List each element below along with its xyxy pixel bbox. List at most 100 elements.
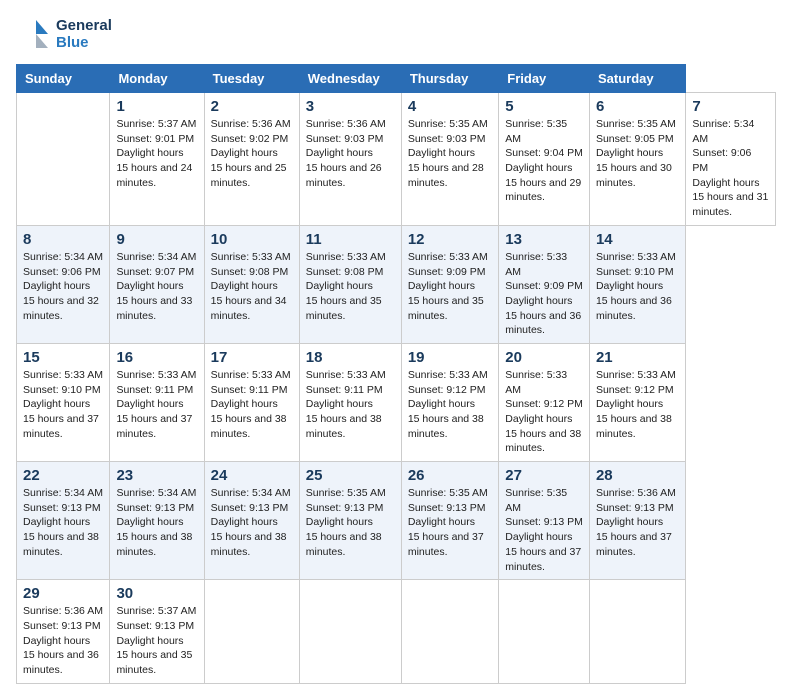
calendar-cell: 18 Sunrise: 5:33 AMSunset: 9:11 PMDayligh… (299, 343, 401, 461)
calendar-cell: 12Sunrise: 5:33 AMSunset: 9:09 PMDayligh… (401, 225, 498, 343)
day-number: 27 (505, 467, 583, 484)
weekday-header-tuesday: Tuesday (204, 65, 299, 93)
calendar-cell: 3 Sunrise: 5:36 AMSunset: 9:03 PMDaylight… (299, 93, 401, 226)
day-info: Sunrise: 5:34 AMSunset: 9:07 PMDaylight … (116, 250, 197, 323)
calendar-cell: 13 Sunrise: 5:33 AMSunset: 9:09 PMDayligh… (499, 225, 590, 343)
weekday-header-sunday: Sunday (17, 65, 110, 93)
calendar-cell (299, 580, 401, 683)
day-info: Sunrise: 5:35 AMSunset: 9:05 PMDaylight … (596, 117, 679, 190)
day-info: Sunrise: 5:33 AMSunset: 9:10 PMDaylight … (596, 250, 679, 323)
weekday-header-thursday: Thursday (401, 65, 498, 93)
day-number: 10 (211, 231, 293, 248)
day-info: Sunrise: 5:33 AMSunset: 9:12 PMDaylight … (408, 368, 492, 441)
calendar-cell (499, 580, 590, 683)
weekday-header-saturday: Saturday (589, 65, 685, 93)
day-info: Sunrise: 5:34 AMSunset: 9:13 PMDaylight … (116, 486, 197, 559)
logo-svg (16, 16, 52, 52)
calendar-cell: 25Sunrise: 5:35 AMSunset: 9:13 PMDayligh… (299, 462, 401, 580)
calendar-cell: 30 Sunrise: 5:37 AMSunset: 9:13 PMDayligh… (110, 580, 204, 683)
day-number: 13 (505, 231, 583, 248)
calendar-cell: 14 Sunrise: 5:33 AMSunset: 9:10 PMDayligh… (589, 225, 685, 343)
calendar-cell: 7Sunrise: 5:34 AMSunset: 9:06 PMDaylight… (686, 93, 776, 226)
day-info: Sunrise: 5:35 AMSunset: 9:13 PMDaylight … (505, 486, 583, 574)
calendar-cell: 29Sunrise: 5:36 AMSunset: 9:13 PMDayligh… (17, 580, 110, 683)
day-info: Sunrise: 5:33 AMSunset: 9:11 PMDaylight … (211, 368, 293, 441)
day-number: 9 (116, 231, 197, 248)
header: General Blue (16, 16, 776, 52)
day-info: Sunrise: 5:35 AMSunset: 9:03 PMDaylight … (408, 117, 492, 190)
day-number: 6 (596, 98, 679, 115)
calendar-cell: 15Sunrise: 5:33 AMSunset: 9:10 PMDayligh… (17, 343, 110, 461)
day-number: 29 (23, 585, 103, 602)
day-number: 22 (23, 467, 103, 484)
calendar-cell: 5 Sunrise: 5:35 AMSunset: 9:04 PMDaylight… (499, 93, 590, 226)
calendar-cell: 8Sunrise: 5:34 AMSunset: 9:06 PMDaylight… (17, 225, 110, 343)
day-number: 14 (596, 231, 679, 248)
day-info: Sunrise: 5:33 AMSunset: 9:12 PMDaylight … (596, 368, 679, 441)
calendar-cell (401, 580, 498, 683)
calendar-cell: 17 Sunrise: 5:33 AMSunset: 9:11 PMDayligh… (204, 343, 299, 461)
day-number: 26 (408, 467, 492, 484)
day-number: 20 (505, 349, 583, 366)
calendar-week-row: 22 Sunrise: 5:34 AMSunset: 9:13 PMDayligh… (17, 462, 776, 580)
day-number: 19 (408, 349, 492, 366)
day-number: 3 (306, 98, 395, 115)
weekday-header-monday: Monday (110, 65, 204, 93)
calendar-cell: 4 Sunrise: 5:35 AMSunset: 9:03 PMDaylight… (401, 93, 498, 226)
calendar-cell: 1 Sunrise: 5:37 AMSunset: 9:01 PMDaylight… (110, 93, 204, 226)
day-info: Sunrise: 5:35 AMSunset: 9:13 PMDaylight … (306, 486, 395, 559)
calendar-cell: 24 Sunrise: 5:34 AMSunset: 9:13 PMDayligh… (204, 462, 299, 580)
day-info: Sunrise: 5:35 AMSunset: 9:13 PMDaylight … (408, 486, 492, 559)
day-info: Sunrise: 5:33 AMSunset: 9:08 PMDaylight … (306, 250, 395, 323)
calendar-cell (17, 93, 110, 226)
day-number: 5 (505, 98, 583, 115)
day-info: Sunrise: 5:34 AMSunset: 9:13 PMDaylight … (211, 486, 293, 559)
day-info: Sunrise: 5:37 AMSunset: 9:13 PMDaylight … (116, 604, 197, 677)
calendar-cell: 21 Sunrise: 5:33 AMSunset: 9:12 PMDayligh… (589, 343, 685, 461)
day-number: 11 (306, 231, 395, 248)
calendar-cell: 28Sunrise: 5:36 AMSunset: 9:13 PMDayligh… (589, 462, 685, 580)
day-number: 2 (211, 98, 293, 115)
day-info: Sunrise: 5:33 AMSunset: 9:09 PMDaylight … (505, 250, 583, 338)
day-number: 1 (116, 98, 197, 115)
day-number: 24 (211, 467, 293, 484)
day-info: Sunrise: 5:33 AMSunset: 9:08 PMDaylight … (211, 250, 293, 323)
day-number: 21 (596, 349, 679, 366)
calendar-cell: 19 Sunrise: 5:33 AMSunset: 9:12 PMDayligh… (401, 343, 498, 461)
day-info: Sunrise: 5:36 AMSunset: 9:13 PMDaylight … (596, 486, 679, 559)
day-info: Sunrise: 5:33 AMSunset: 9:11 PMDaylight … (306, 368, 395, 441)
calendar-header-row: SundayMondayTuesdayWednesdayThursdayFrid… (17, 65, 776, 93)
weekday-header-wednesday: Wednesday (299, 65, 401, 93)
day-number: 4 (408, 98, 492, 115)
calendar-cell: 27 Sunrise: 5:35 AMSunset: 9:13 PMDayligh… (499, 462, 590, 580)
day-number: 16 (116, 349, 197, 366)
day-info: Sunrise: 5:34 AMSunset: 9:13 PMDaylight … (23, 486, 103, 559)
day-number: 15 (23, 349, 103, 366)
day-number: 18 (306, 349, 395, 366)
day-info: Sunrise: 5:36 AMSunset: 9:03 PMDaylight … (306, 117, 395, 190)
calendar-week-row: 1 Sunrise: 5:37 AMSunset: 9:01 PMDaylight… (17, 93, 776, 226)
calendar-week-row: 29Sunrise: 5:36 AMSunset: 9:13 PMDayligh… (17, 580, 776, 683)
calendar-cell: 20 Sunrise: 5:33 AMSunset: 9:12 PMDayligh… (499, 343, 590, 461)
day-info: Sunrise: 5:37 AMSunset: 9:01 PMDaylight … (116, 117, 197, 190)
day-number: 17 (211, 349, 293, 366)
calendar-cell: 2 Sunrise: 5:36 AMSunset: 9:02 PMDaylight… (204, 93, 299, 226)
day-info: Sunrise: 5:33 AMSunset: 9:09 PMDaylight … (408, 250, 492, 323)
day-info: Sunrise: 5:34 AMSunset: 9:06 PMDaylight … (23, 250, 103, 323)
day-number: 30 (116, 585, 197, 602)
calendar-table: SundayMondayTuesdayWednesdayThursdayFrid… (16, 64, 776, 684)
calendar-cell (204, 580, 299, 683)
calendar-cell: 11 Sunrise: 5:33 AMSunset: 9:08 PMDayligh… (299, 225, 401, 343)
logo-general-text: General (56, 17, 112, 34)
calendar-cell: 16Sunrise: 5:33 AMSunset: 9:11 PMDayligh… (110, 343, 204, 461)
calendar-cell: 6 Sunrise: 5:35 AMSunset: 9:05 PMDaylight… (589, 93, 685, 226)
logo: General Blue (16, 16, 112, 52)
day-info: Sunrise: 5:35 AMSunset: 9:04 PMDaylight … (505, 117, 583, 205)
calendar-cell: 26 Sunrise: 5:35 AMSunset: 9:13 PMDayligh… (401, 462, 498, 580)
day-info: Sunrise: 5:36 AMSunset: 9:02 PMDaylight … (211, 117, 293, 190)
calendar-body: 1 Sunrise: 5:37 AMSunset: 9:01 PMDaylight… (17, 93, 776, 684)
day-info: Sunrise: 5:34 AMSunset: 9:06 PMDaylight … (692, 117, 769, 220)
calendar-cell: 9 Sunrise: 5:34 AMSunset: 9:07 PMDaylight… (110, 225, 204, 343)
calendar-cell (589, 580, 685, 683)
day-info: Sunrise: 5:33 AMSunset: 9:12 PMDaylight … (505, 368, 583, 456)
